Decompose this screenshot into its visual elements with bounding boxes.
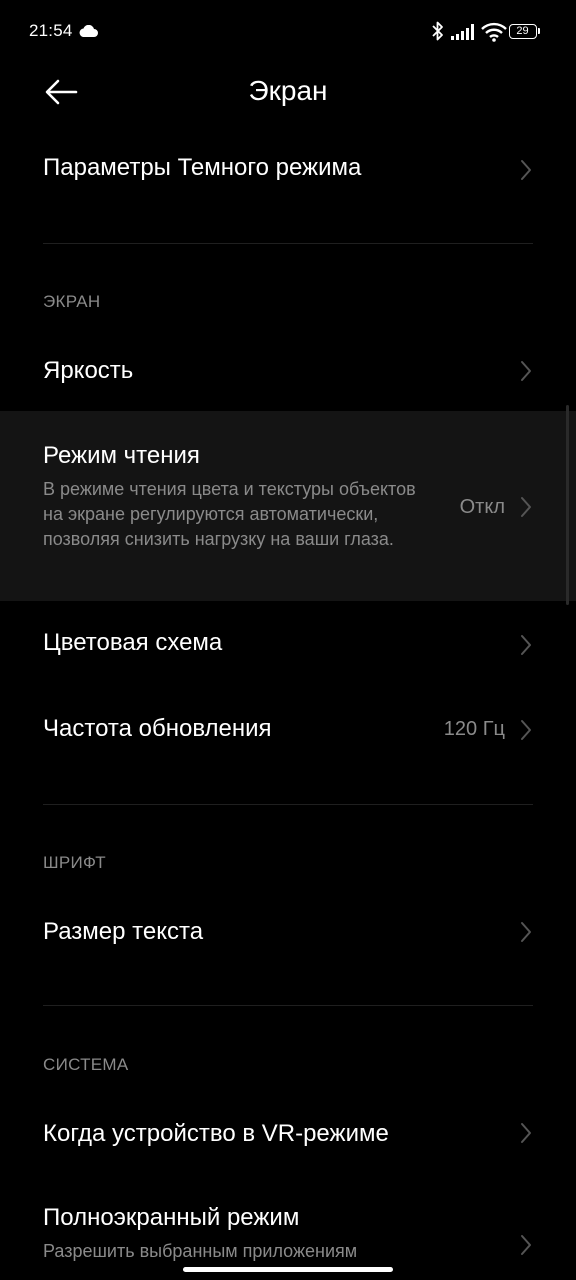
row-title: Частота обновления	[43, 715, 272, 742]
battery-cap	[538, 28, 540, 34]
section-header-font: ШРИФТ	[43, 853, 106, 872]
row-title: Полноэкранный режим	[43, 1204, 300, 1231]
row-reading-mode[interactable]: Режим чтения В режиме чтения цвета и тек…	[0, 411, 576, 601]
scrollbar[interactable]	[566, 405, 569, 605]
row-text-size[interactable]: Размер текста	[0, 890, 576, 976]
row-brightness[interactable]: Яркость	[0, 330, 576, 412]
section-header-system: СИСТЕМА	[43, 1055, 129, 1074]
chevron-right-icon	[521, 635, 531, 655]
signal-icon	[451, 24, 474, 40]
battery-indicator: 29	[509, 24, 540, 39]
row-refresh-rate[interactable]: Частота обновления 120 Гц	[0, 687, 576, 773]
row-title: Яркость	[43, 357, 134, 384]
chevron-right-icon	[521, 1235, 531, 1255]
divider	[43, 804, 533, 805]
divider	[43, 243, 533, 244]
bluetooth-icon	[432, 21, 443, 41]
cloud-icon	[79, 25, 98, 37]
chevron-right-icon	[521, 497, 531, 517]
home-indicator[interactable]	[183, 1267, 393, 1272]
section-header-screen: ЭКРАН	[43, 292, 101, 311]
battery-level: 29	[516, 25, 529, 37]
row-subtitle: В режиме чтения цвета и текстуры объекто…	[43, 479, 416, 549]
row-subtitle: Разрешить выбранным приложениям	[43, 1241, 358, 1261]
chevron-right-icon	[521, 922, 531, 942]
chevron-right-icon	[521, 720, 531, 740]
chevron-right-icon	[521, 361, 531, 381]
chevron-right-icon	[521, 1123, 531, 1143]
divider	[43, 1005, 533, 1006]
row-vr-mode[interactable]: Когда устройство в VR-режиме	[0, 1092, 576, 1178]
row-title: Размер текста	[43, 918, 204, 945]
row-title: Режим чтения	[43, 442, 200, 469]
row-color-scheme[interactable]: Цветовая схема	[0, 601, 576, 687]
header: Экран	[0, 64, 576, 120]
row-fullscreen-mode[interactable]: Полноэкранный режим Разрешить выбранным …	[0, 1178, 576, 1280]
wifi-icon	[481, 22, 507, 42]
status-time: 21:54	[29, 21, 73, 40]
row-title: Параметры Темного режима	[43, 154, 362, 181]
row-value: Откл	[459, 496, 505, 518]
status-bar: 21:54 29	[0, 0, 576, 64]
page-title: Экран	[248, 75, 328, 106]
row-title: Когда устройство в VR-режиме	[43, 1120, 389, 1147]
chevron-right-icon	[521, 160, 531, 180]
row-dark-mode[interactable]: Параметры Темного режима	[0, 128, 576, 214]
row-value: 120 Гц	[443, 718, 505, 740]
row-title: Цветовая схема	[43, 629, 223, 656]
